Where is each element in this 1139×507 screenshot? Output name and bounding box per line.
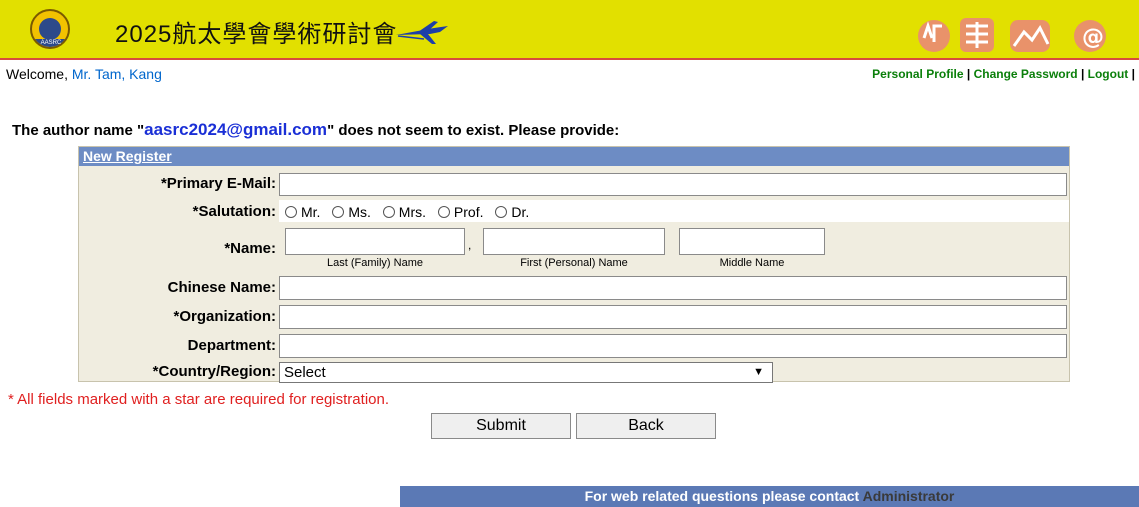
- first-name-hint: First (Personal) Name: [520, 257, 628, 269]
- register-form: New Register *Primary E-Mail: *Salutatio…: [78, 146, 1070, 383]
- welcome-label: Welcome,: [6, 66, 72, 82]
- primary-email-field[interactable]: [279, 173, 1067, 196]
- salutation-mr-label: Mr.: [301, 204, 321, 220]
- middle-name-hint: Middle Name: [719, 257, 785, 269]
- link-separator: |: [1128, 67, 1135, 81]
- row-primary-email: *Primary E-Mail:: [79, 171, 1069, 198]
- welcome-text: Welcome, Mr. Tam, Kang: [6, 66, 162, 82]
- salutation-dr-radio[interactable]: Dr.: [495, 204, 529, 220]
- required-fields-note: * All fields marked with a star are requ…: [8, 391, 389, 408]
- chinese-name-field[interactable]: [279, 276, 1067, 300]
- submit-button[interactable]: Submit: [431, 413, 571, 439]
- row-name: *Name: , Last (Family) Name First (Perso…: [79, 224, 1069, 272]
- logout-link[interactable]: Logout: [1088, 67, 1129, 81]
- header-divider: [0, 58, 1139, 60]
- notice-prefix: The author name ": [12, 122, 145, 139]
- country-selected-value: Select: [284, 364, 326, 381]
- link-separator: |: [1077, 67, 1088, 81]
- name-label: *Name:: [224, 240, 276, 257]
- new-register-link[interactable]: New Register: [83, 148, 172, 164]
- salutation-mrs-label: Mrs.: [398, 204, 427, 220]
- salutation-label: *Salutation:: [192, 203, 276, 220]
- footer-bar: For web related questions please contact…: [400, 486, 1139, 507]
- form-header: New Register: [79, 147, 1069, 166]
- chinese-name-label: Chinese Name:: [167, 279, 276, 296]
- salutation-prof-radio[interactable]: Prof.: [437, 204, 484, 220]
- salutation-mrs-radio[interactable]: Mrs.: [382, 204, 427, 220]
- primary-email-label: *Primary E-Mail:: [160, 175, 276, 192]
- row-chinese-name: Chinese Name:: [79, 274, 1069, 301]
- change-password-link[interactable]: Change Password: [974, 67, 1078, 81]
- header-banner: AASRC 2025航太學會學術研討會 @: [0, 0, 1139, 58]
- country-label: *Country/Region:: [152, 363, 276, 380]
- back-button[interactable]: Back: [576, 413, 716, 439]
- salutation-radio-group: Mr. Ms. Mrs. Prof. Dr.: [285, 204, 537, 220]
- link-separator: |: [963, 67, 974, 81]
- salutation-prof-label: Prof.: [453, 204, 484, 220]
- salutation-ms-radio[interactable]: Ms.: [332, 204, 371, 220]
- svg-text:@: @: [1082, 25, 1104, 50]
- last-name-field[interactable]: [285, 228, 465, 255]
- department-field[interactable]: [279, 334, 1067, 358]
- footer-text: For web related questions please contact: [584, 488, 863, 504]
- salutation-dr-label: Dr.: [511, 204, 530, 220]
- account-links: Personal Profile | Change Password | Log…: [872, 67, 1135, 81]
- decoration-icons: @: [918, 18, 1106, 52]
- notice-suffix: " does not seem to exist. Please provide…: [327, 122, 620, 139]
- country-select[interactable]: Select ▼: [279, 362, 773, 383]
- name-comma: ,: [468, 238, 472, 252]
- user-name-link[interactable]: Mr. Tam, Kang: [72, 66, 162, 82]
- notice-email: aasrc2024@gmail.com: [144, 120, 328, 139]
- row-salutation: *Salutation: Mr. Ms. Mrs. Prof. Dr.: [79, 200, 1069, 222]
- first-name-field[interactable]: [483, 228, 665, 255]
- salutation-ms-label: Ms.: [348, 204, 371, 220]
- personal-profile-link[interactable]: Personal Profile: [872, 67, 963, 81]
- author-not-found-notice: The author name "aasrc2024@gmail.com" do…: [12, 120, 619, 140]
- salutation-mr-radio[interactable]: Mr.: [285, 204, 320, 220]
- logo-text: AASRC: [34, 39, 68, 47]
- middle-name-field[interactable]: [679, 228, 825, 255]
- department-label: Department:: [187, 337, 276, 354]
- last-name-hint: Last (Family) Name: [327, 257, 423, 269]
- administrator-link[interactable]: Administrator: [863, 488, 955, 504]
- chevron-down-icon: ▼: [753, 366, 764, 378]
- organization-label: *Organization:: [173, 308, 276, 325]
- site-title: 2025航太學會學術研討會: [115, 21, 398, 48]
- society-logo: AASRC: [30, 9, 70, 49]
- row-organization: *Organization:: [79, 303, 1069, 330]
- organization-field[interactable]: [279, 305, 1067, 329]
- row-department: Department:: [79, 332, 1069, 359]
- plane-icon: [396, 21, 448, 44]
